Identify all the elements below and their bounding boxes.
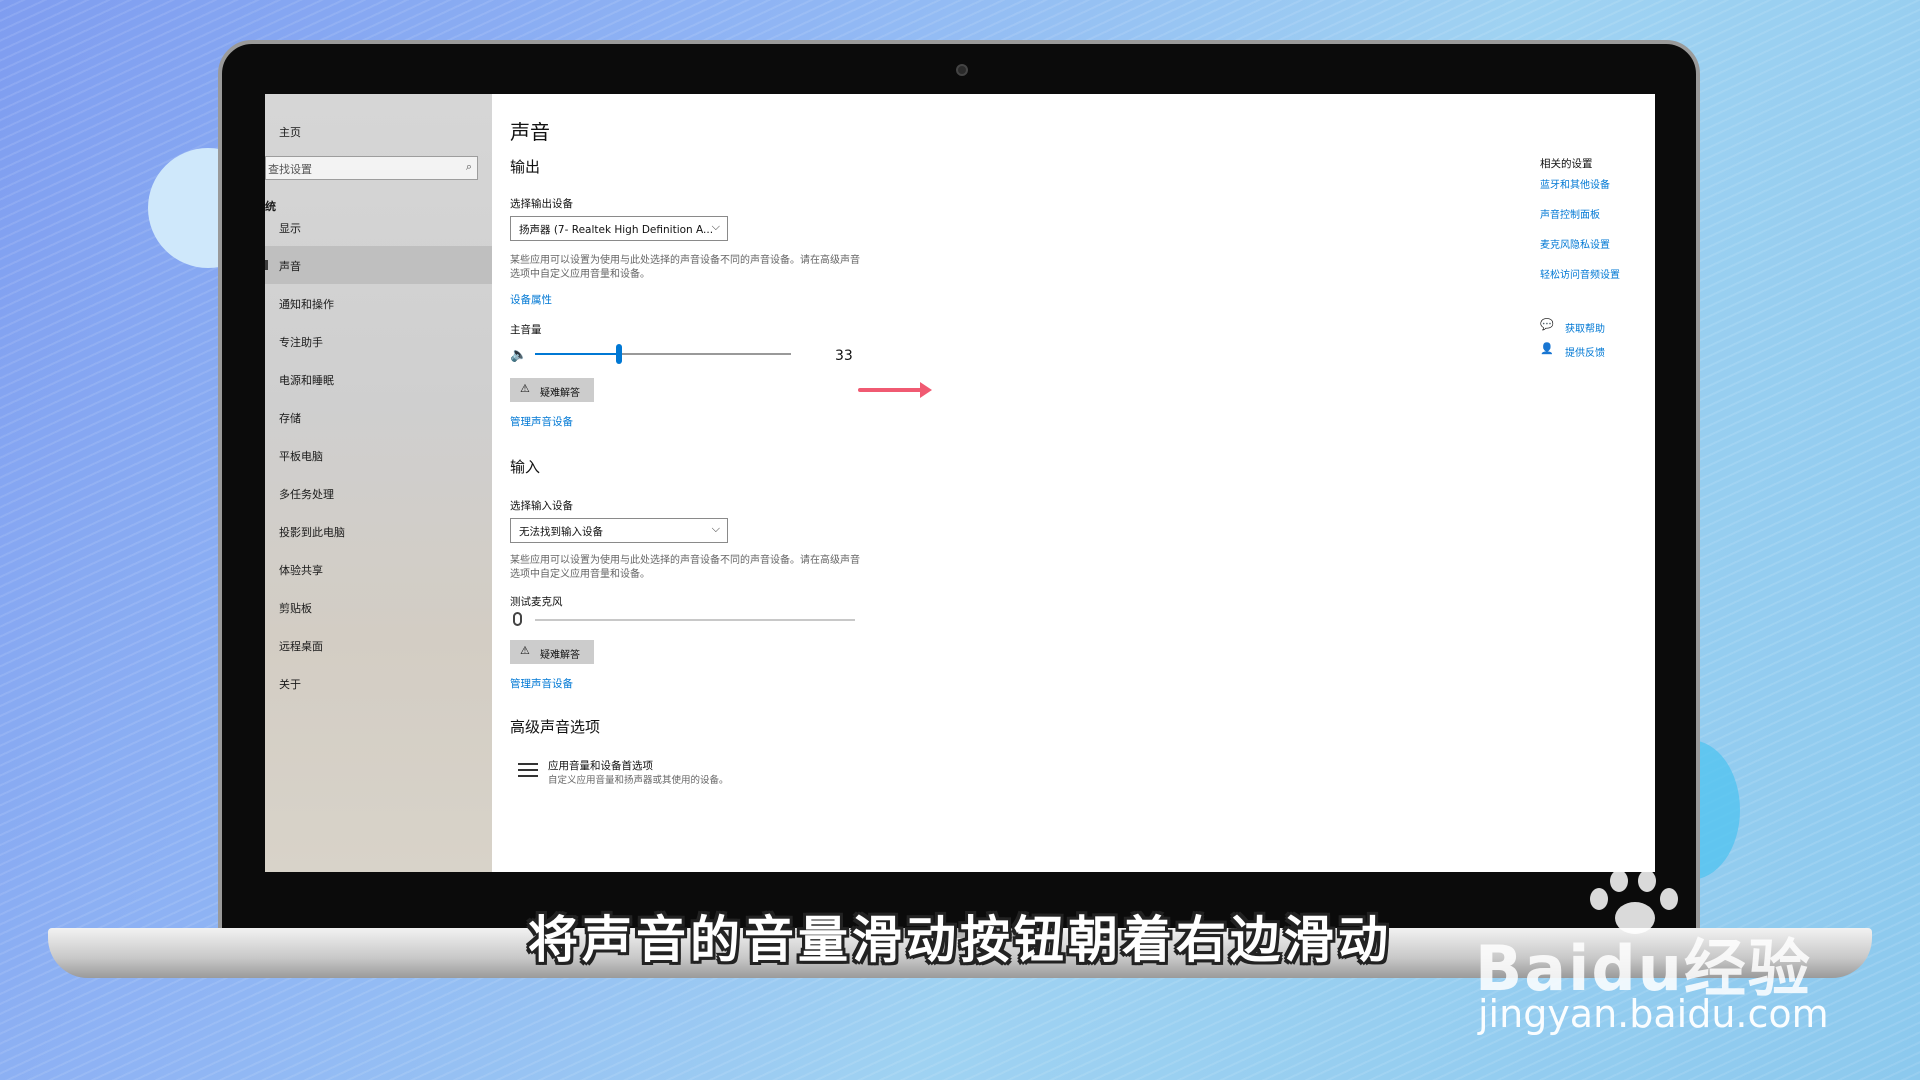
input-device-label: 选择输入设备 bbox=[510, 500, 573, 512]
page-title: 声音 bbox=[510, 120, 550, 144]
sidebar-item-label: 存储 bbox=[279, 412, 301, 425]
sidebar-item-power[interactable]: 电源和睡眠 bbox=[265, 360, 492, 398]
output-device-select[interactable]: 扬声器 (7- Realtek High Definition A... ⌵ bbox=[510, 216, 728, 241]
input-device-select[interactable]: 无法找到输入设备 ⌵ bbox=[510, 518, 728, 543]
input-manage-devices-link[interactable]: 管理声音设备 bbox=[510, 676, 573, 691]
settings-window: 主页 查找设置 ⌕ 统 显示 声音 通知和操作 专注助手 电源和睡眠 存储 平板… bbox=[265, 94, 1655, 872]
volume-slider-thumb[interactable] bbox=[616, 344, 623, 364]
output-troubleshoot-button[interactable]: ⚠ 疑难解答 bbox=[510, 378, 594, 402]
sidebar-item-label: 专注助手 bbox=[279, 336, 323, 349]
related-link-bluetooth[interactable]: 蓝牙和其他设备 bbox=[1540, 176, 1610, 191]
related-link-sound-control-panel[interactable]: 声音控制面板 bbox=[1540, 206, 1600, 221]
app-volume-preferences-link[interactable]: 应用音量和设备首选项 bbox=[548, 758, 653, 773]
volume-slider[interactable] bbox=[535, 353, 791, 355]
output-device-value: 扬声器 (7- Realtek High Definition A... bbox=[519, 224, 714, 236]
speaker-icon[interactable]: 🔈 bbox=[510, 347, 527, 363]
output-heading: 输出 bbox=[510, 158, 541, 176]
sidebar-item-label: 平板电脑 bbox=[279, 450, 323, 463]
sidebar-item-shared-experiences[interactable]: 体验共享 bbox=[265, 550, 492, 588]
app-volume-preferences-desc: 自定义应用音量和扬声器或其使用的设备。 bbox=[548, 775, 729, 786]
output-manage-devices-link[interactable]: 管理声音设备 bbox=[510, 414, 573, 429]
sidebar-item-storage[interactable]: 存储 bbox=[265, 398, 492, 436]
sidebar-item-clipboard[interactable]: 剪贴板 bbox=[265, 588, 492, 626]
sidebar-item-focus-assist[interactable]: 专注助手 bbox=[265, 322, 492, 360]
input-device-value: 无法找到输入设备 bbox=[519, 526, 603, 538]
sidebar-item-display[interactable]: 显示 bbox=[265, 208, 492, 246]
sidebar-item-tablet[interactable]: 平板电脑 bbox=[265, 436, 492, 474]
sidebar-item-label: 关于 bbox=[279, 678, 301, 691]
troubleshoot-label: 疑难解答 bbox=[540, 650, 580, 661]
related-link-ease-of-access-audio[interactable]: 轻松访问音频设置 bbox=[1540, 266, 1620, 281]
sidebar-item-notifications[interactable]: 通知和操作 bbox=[265, 284, 492, 322]
give-feedback-link[interactable]: 提供反馈 bbox=[1565, 344, 1605, 359]
master-volume-label: 主音量 bbox=[510, 324, 542, 336]
sound-settings-pane: 声音 输出 选择输出设备 扬声器 (7- Realtek High Defini… bbox=[510, 94, 1230, 872]
microphone-icon bbox=[513, 612, 522, 626]
chevron-down-icon: ⌵ bbox=[711, 522, 720, 535]
watermark-url: jingyan.baidu.com bbox=[1478, 992, 1829, 1036]
sidebar-item-label: 远程桌面 bbox=[279, 640, 323, 653]
volume-slider-fill bbox=[535, 353, 620, 355]
search-input[interactable]: 查找设置 ⌕ bbox=[265, 156, 478, 180]
related-link-mic-privacy[interactable]: 麦克风隐私设置 bbox=[1540, 236, 1610, 251]
sidebar-item-label: 显示 bbox=[279, 222, 301, 235]
help-icon: 💬 bbox=[1540, 318, 1554, 331]
settings-sidebar: 主页 查找设置 ⌕ 统 显示 声音 通知和操作 专注助手 电源和睡眠 存储 平板… bbox=[265, 94, 492, 872]
test-microphone-label: 测试麦克风 bbox=[510, 596, 563, 608]
active-indicator bbox=[265, 260, 268, 270]
annotation-arrow bbox=[858, 380, 932, 400]
sidebar-item-label: 多任务处理 bbox=[279, 488, 334, 501]
input-heading: 输入 bbox=[510, 458, 541, 476]
input-description: 某些应用可以设置为使用与此处选择的声音设备不同的声音设备。请在高级声音选项中自定… bbox=[510, 555, 860, 580]
sidebar-item-label: 体验共享 bbox=[279, 564, 323, 577]
get-help-link[interactable]: 获取帮助 bbox=[1565, 320, 1605, 335]
warning-icon: ⚠ bbox=[520, 382, 530, 395]
camera-icon bbox=[956, 64, 968, 76]
sidebar-item-projecting[interactable]: 投影到此电脑 bbox=[265, 512, 492, 550]
output-device-label: 选择输出设备 bbox=[510, 198, 573, 210]
input-troubleshoot-button[interactable]: ⚠ 疑难解答 bbox=[510, 640, 594, 664]
microphone-level-bar bbox=[535, 619, 855, 621]
sidebar-item-label: 电源和睡眠 bbox=[279, 374, 334, 387]
sidebar-item-multitasking[interactable]: 多任务处理 bbox=[265, 474, 492, 512]
volume-value: 33 bbox=[835, 348, 853, 364]
sidebar-item-label: 声音 bbox=[279, 260, 301, 273]
sliders-icon[interactable] bbox=[518, 760, 538, 778]
feedback-icon: 👤 bbox=[1540, 342, 1554, 355]
output-description: 某些应用可以设置为使用与此处选择的声音设备不同的声音设备。请在高级声音选项中自定… bbox=[510, 255, 860, 280]
sidebar-item-label: 剪贴板 bbox=[279, 602, 312, 615]
search-icon[interactable]: ⌕ bbox=[466, 160, 472, 174]
sidebar-item-label: 通知和操作 bbox=[279, 298, 334, 311]
sidebar-item-label: 投影到此电脑 bbox=[279, 526, 345, 539]
sidebar-item-about[interactable]: 关于 bbox=[265, 664, 492, 702]
device-properties-link[interactable]: 设备属性 bbox=[510, 292, 552, 307]
warning-icon: ⚠ bbox=[520, 644, 530, 657]
troubleshoot-label: 疑难解答 bbox=[540, 388, 580, 399]
search-placeholder: 查找设置 bbox=[268, 163, 312, 176]
advanced-heading: 高级声音选项 bbox=[510, 718, 601, 736]
sidebar-home[interactable]: 主页 bbox=[279, 124, 301, 140]
related-settings-title: 相关的设置 bbox=[1540, 158, 1593, 170]
sidebar-item-remote-desktop[interactable]: 远程桌面 bbox=[265, 626, 492, 664]
sidebar-item-sound[interactable]: 声音 bbox=[265, 246, 492, 284]
chevron-down-icon: ⌵ bbox=[711, 220, 720, 233]
